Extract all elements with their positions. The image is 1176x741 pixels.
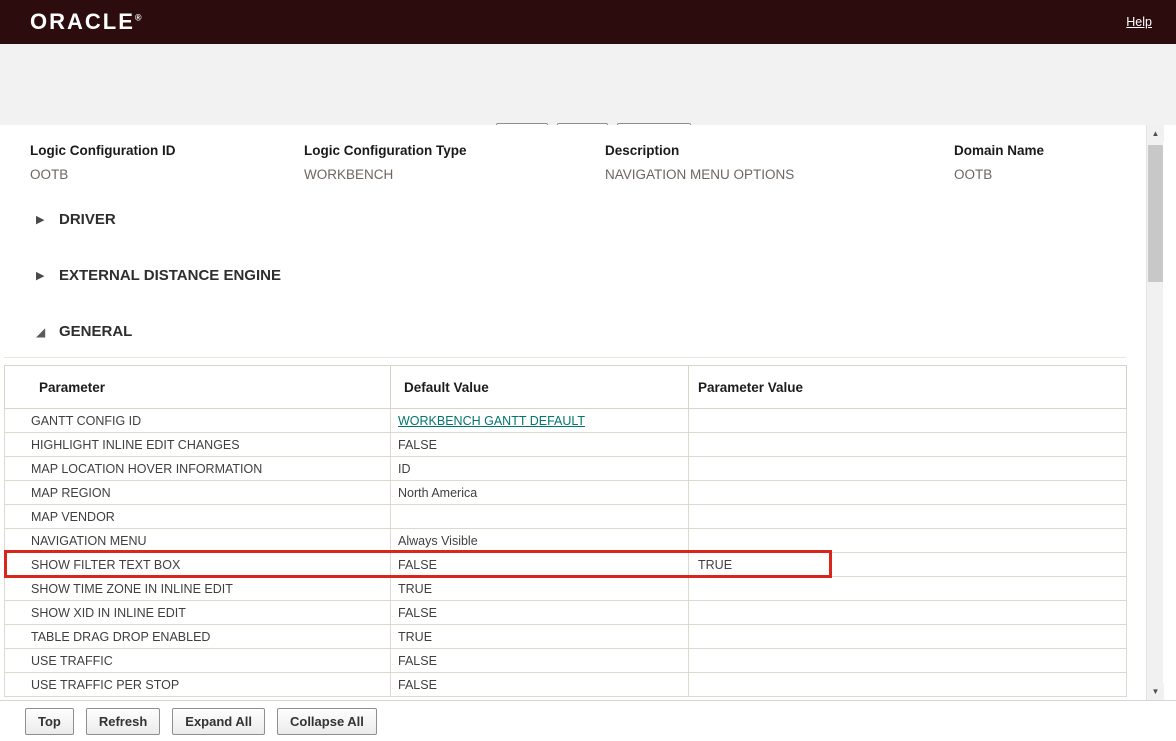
table-row[interactable]: SHOW TIME ZONE IN INLINE EDIT TRUE	[5, 577, 1127, 601]
toolbar: Logic Configuration ☆ 1 of 1 New Edit Ac…	[0, 44, 1176, 125]
parameter-value-cell	[689, 457, 1127, 481]
parameter-cell: GANTT CONFIG ID	[5, 409, 391, 433]
column-header-parameter: Parameter	[5, 366, 391, 409]
parameter-cell: SHOW FILTER TEXT BOX	[5, 553, 391, 577]
field-value: OOTB	[30, 167, 175, 182]
field-description: Description NAVIGATION MENU OPTIONS	[605, 143, 794, 182]
default-value-cell: TRUE	[391, 625, 689, 649]
parameter-value-cell	[689, 409, 1127, 433]
table-row[interactable]: MAP REGION North America	[5, 481, 1127, 505]
field-label: Description	[605, 143, 794, 158]
default-value-cell: FALSE	[391, 673, 689, 697]
table-row[interactable]: SHOW FILTER TEXT BOX FALSE TRUE	[5, 553, 1127, 577]
column-header-default-value: Default Value	[391, 366, 689, 409]
field-value: OOTB	[954, 167, 1044, 182]
parameter-cell: MAP REGION	[5, 481, 391, 505]
parameter-value-cell	[689, 505, 1127, 529]
table-row[interactable]: MAP LOCATION HOVER INFORMATION ID	[5, 457, 1127, 481]
table-header-row: Parameter Default Value Parameter Value	[5, 366, 1127, 409]
table-row[interactable]: SHOW XID IN INLINE EDIT FALSE	[5, 601, 1127, 625]
scrollbar-up-arrow-icon[interactable]: ▲	[1147, 125, 1164, 142]
oracle-logo: ORACLE®	[30, 9, 142, 35]
scrollbar-thumb[interactable]	[1148, 145, 1163, 282]
refresh-button[interactable]: Refresh	[86, 708, 160, 735]
oracle-logo-text: ORACLE	[30, 9, 135, 34]
disclosure-collapsed-icon[interactable]: ▶	[36, 213, 49, 226]
parameter-value-cell	[689, 601, 1127, 625]
default-value-cell: TRUE	[391, 577, 689, 601]
help-link[interactable]: Help	[1126, 15, 1152, 29]
default-value-cell: FALSE	[391, 649, 689, 673]
section-external-distance-engine[interactable]: ▶ EXTERNAL DISTANCE ENGINE	[36, 267, 281, 284]
parameter-value-cell	[689, 433, 1127, 457]
gantt-config-link[interactable]: WORKBENCH GANTT DEFAULT	[398, 414, 585, 428]
default-value-cell: WORKBENCH GANTT DEFAULT	[391, 409, 689, 433]
parameter-value-cell	[689, 649, 1127, 673]
default-value-cell: FALSE	[391, 553, 689, 577]
parameter-cell: USE TRAFFIC PER STOP	[5, 673, 391, 697]
parameter-value-cell	[689, 481, 1127, 505]
default-value-cell: ID	[391, 457, 689, 481]
parameter-cell: SHOW XID IN INLINE EDIT	[5, 601, 391, 625]
field-value: NAVIGATION MENU OPTIONS	[605, 167, 794, 182]
default-value-cell: Always Visible	[391, 529, 689, 553]
disclosure-expanded-icon[interactable]: ◢	[36, 325, 49, 339]
param-table-body: GANTT CONFIG ID WORKBENCH GANTT DEFAULT …	[5, 409, 1127, 697]
section-general[interactable]: ◢ GENERAL	[36, 323, 132, 340]
content-area: Logic Configuration ID OOTB Logic Config…	[0, 125, 1146, 700]
parameter-value-cell: TRUE	[689, 553, 1127, 577]
column-header-parameter-value: Parameter Value	[689, 366, 1127, 409]
default-value-cell	[391, 505, 689, 529]
section-label: DRIVER	[59, 211, 116, 228]
field-logic-configuration-type: Logic Configuration Type WORKBENCH	[304, 143, 467, 182]
vertical-scrollbar[interactable]: ▲ ▼	[1146, 125, 1163, 700]
footer-bar: Top Refresh Expand All Collapse All	[0, 700, 1176, 741]
field-label: Domain Name	[954, 143, 1044, 158]
parameter-cell: NAVIGATION MENU	[5, 529, 391, 553]
expand-all-button[interactable]: Expand All	[172, 708, 265, 735]
field-domain-name: Domain Name OOTB	[954, 143, 1044, 182]
app-header: ORACLE® Help	[0, 0, 1176, 44]
section-driver[interactable]: ▶ DRIVER	[36, 211, 116, 228]
field-label: Logic Configuration ID	[30, 143, 175, 158]
table-row[interactable]: MAP VENDOR	[5, 505, 1127, 529]
table-row[interactable]: USE TRAFFIC PER STOP FALSE	[5, 673, 1127, 697]
default-value-cell: FALSE	[391, 601, 689, 625]
parameter-cell: TABLE DRAG DROP ENABLED	[5, 625, 391, 649]
registered-mark: ®	[135, 13, 142, 23]
table-row[interactable]: USE TRAFFIC FALSE	[5, 649, 1127, 673]
parameter-value-cell	[689, 529, 1127, 553]
table-row[interactable]: NAVIGATION MENU Always Visible	[5, 529, 1127, 553]
parameter-cell: USE TRAFFIC	[5, 649, 391, 673]
parameter-table: Parameter Default Value Parameter Value …	[4, 365, 1127, 697]
parameter-value-cell	[689, 577, 1127, 601]
parameter-cell: MAP VENDOR	[5, 505, 391, 529]
section-divider	[4, 357, 1126, 358]
parameter-cell: MAP LOCATION HOVER INFORMATION	[5, 457, 391, 481]
table-row[interactable]: TABLE DRAG DROP ENABLED TRUE	[5, 625, 1127, 649]
field-logic-configuration-id: Logic Configuration ID OOTB	[30, 143, 175, 182]
table-row[interactable]: HIGHLIGHT INLINE EDIT CHANGES FALSE	[5, 433, 1127, 457]
field-label: Logic Configuration Type	[304, 143, 467, 158]
field-value: WORKBENCH	[304, 167, 467, 182]
default-value-cell: North America	[391, 481, 689, 505]
top-button[interactable]: Top	[25, 708, 74, 735]
section-label: EXTERNAL DISTANCE ENGINE	[59, 267, 281, 284]
parameter-value-cell	[689, 625, 1127, 649]
parameter-value-cell	[689, 673, 1127, 697]
parameter-cell: SHOW TIME ZONE IN INLINE EDIT	[5, 577, 391, 601]
parameter-cell: HIGHLIGHT INLINE EDIT CHANGES	[5, 433, 391, 457]
scrollbar-down-arrow-icon[interactable]: ▼	[1147, 683, 1164, 700]
section-label: GENERAL	[59, 323, 132, 340]
collapse-all-button[interactable]: Collapse All	[277, 708, 377, 735]
default-value-cell: FALSE	[391, 433, 689, 457]
table-row[interactable]: GANTT CONFIG ID WORKBENCH GANTT DEFAULT	[5, 409, 1127, 433]
disclosure-collapsed-icon[interactable]: ▶	[36, 269, 49, 282]
